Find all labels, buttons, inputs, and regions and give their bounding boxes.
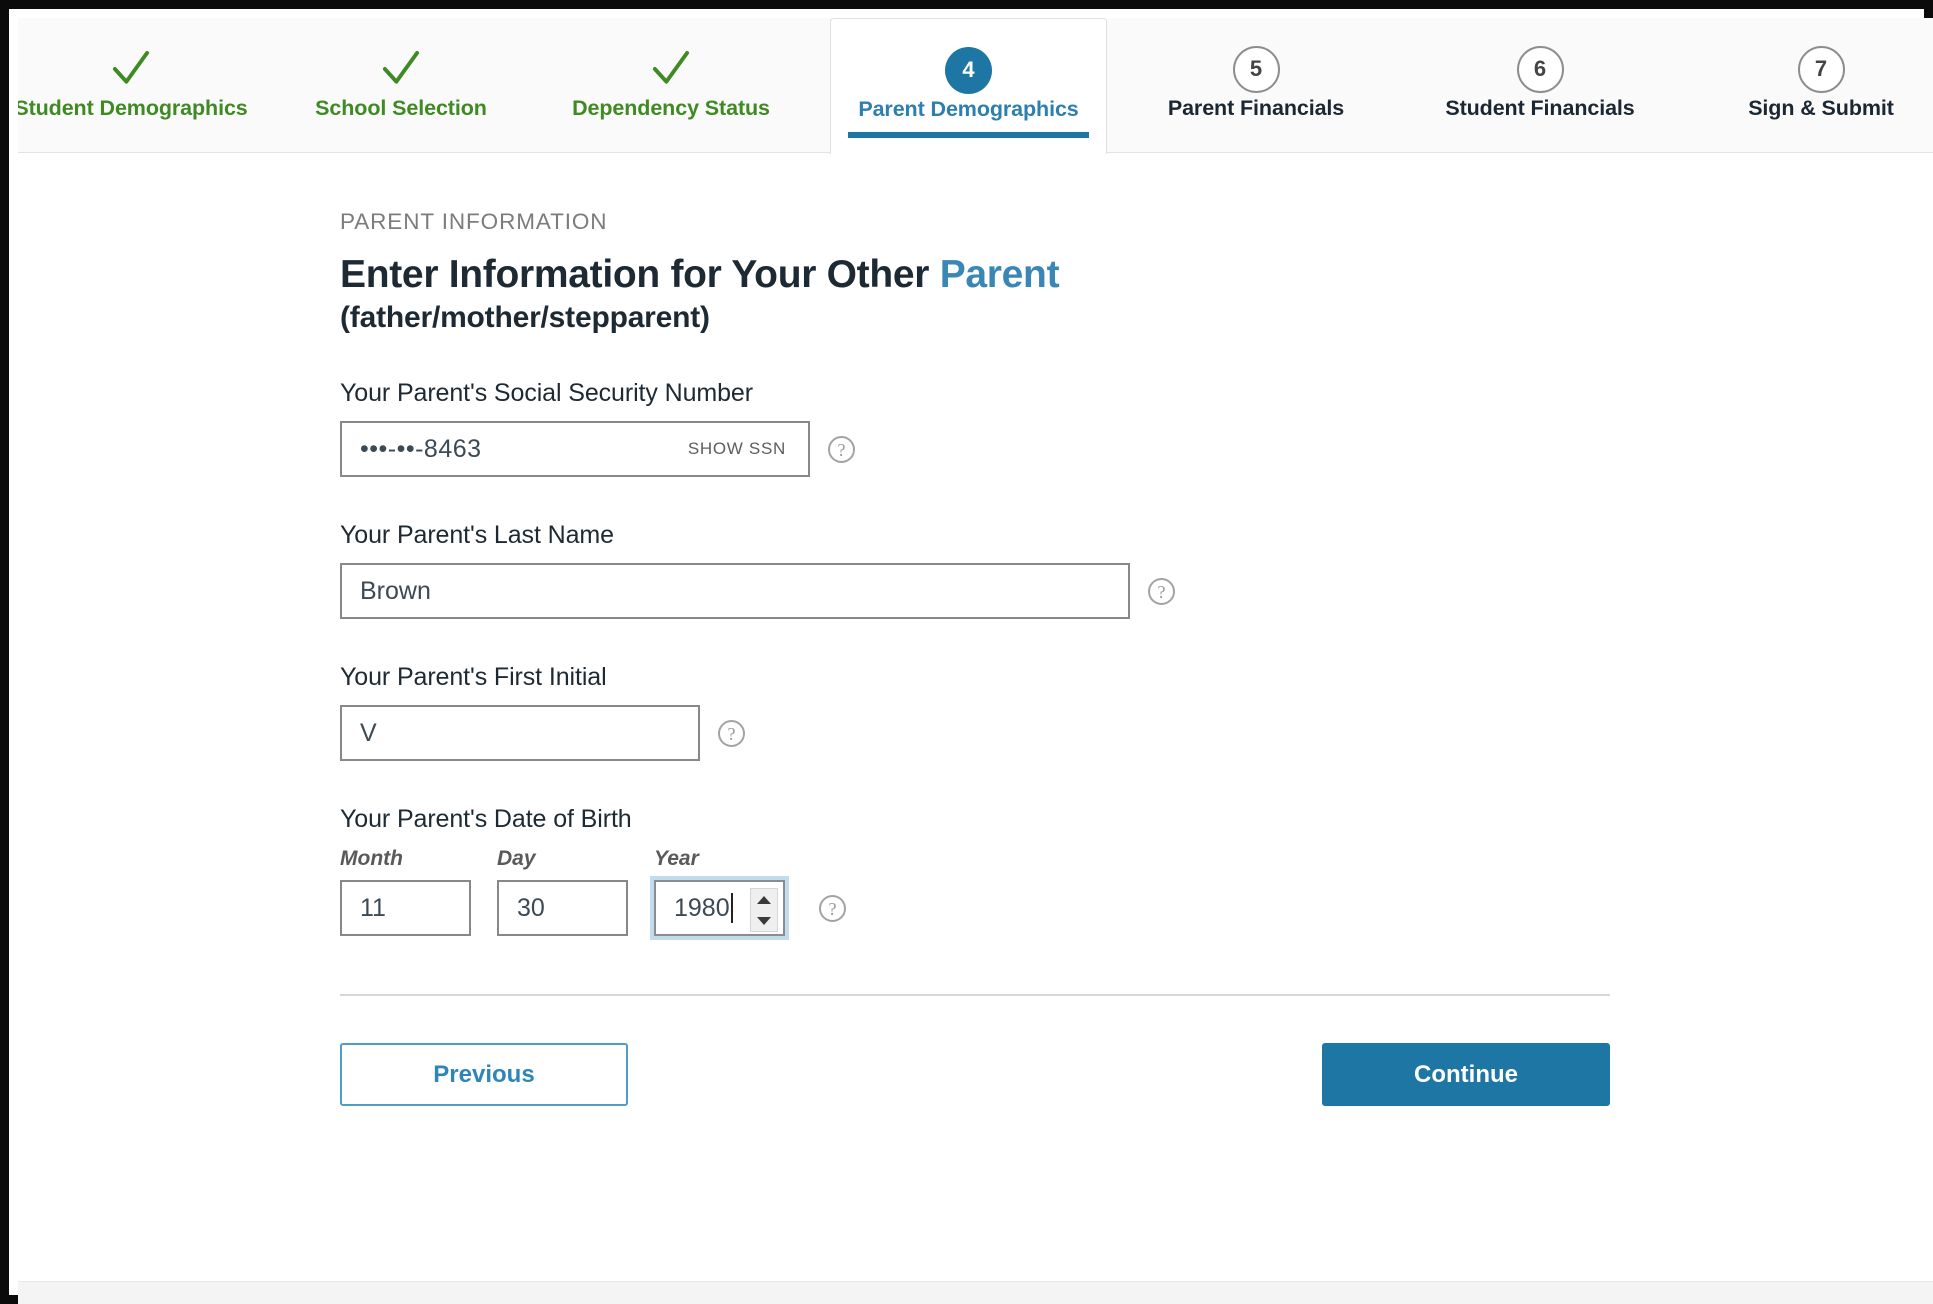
step-label: Parent Demographics [858,97,1079,121]
step-school-selection[interactable]: School Selection [266,18,536,152]
first-initial-input-row: V ? [340,705,1933,762]
screenshot-frame: Student Demographics School Selection De… [0,0,1933,1304]
ssn-input-row: •••-••-8463 SHOW SSN ? [340,421,1933,478]
continue-button[interactable]: Continue [1322,1043,1610,1107]
page-title: Enter Information for Your Other Parent [340,252,1933,298]
form-content: PARENT INFORMATION Enter Information for… [18,153,1933,1166]
dob-sublabels: Month Day Year [340,847,1933,871]
step-marker: 5 [1121,40,1391,98]
check-icon [112,50,150,84]
dob-input-row: 11 30 1980 ? [340,880,1933,937]
dob-year-value: 1980 [674,893,730,922]
step-parent-demographics[interactable]: 4 Parent Demographics [830,18,1107,154]
step-label: Parent Financials [1167,96,1345,120]
section-divider [340,994,1610,997]
previous-button[interactable]: Previous [340,1043,628,1107]
step-label: Sign & Submit [1748,96,1894,120]
dob-year-col: 1980 [654,880,785,937]
dob-month-label: Month [340,847,403,871]
help-icon[interactable]: ? [828,435,855,463]
ssn-input[interactable]: •••-••-8463 SHOW SSN [340,421,810,478]
progress-step-bar: Student Demographics School Selection De… [18,18,1933,154]
spinner-up-icon[interactable] [757,895,771,904]
form-actions: Previous Continue [340,1043,1610,1166]
text-cursor [730,893,733,924]
field-last-name: Your Parent's Last Name Brown ? [340,521,1933,620]
spinner-down-icon[interactable] [757,916,771,925]
step-sign-and-submit[interactable]: 7 Sign & Submit [1686,18,1933,152]
step-marker: 4 [831,41,1106,99]
dob-day-label: Day [497,847,536,871]
step-marker: 6 [1405,40,1675,98]
page-title-accent: Parent [939,253,1060,296]
ssn-label: Your Parent's Social Security Number [340,379,753,408]
dob-month-col: 11 [340,880,471,937]
step-marker: 7 [1686,40,1933,98]
step-label: School Selection [315,96,487,120]
step-marker [18,40,266,98]
step-label: Student Financials [1445,96,1635,120]
section-eyebrow: PARENT INFORMATION [340,209,608,234]
last-name-label: Your Parent's Last Name [340,521,614,550]
field-first-initial: Your Parent's First Initial V ? [340,663,1933,762]
field-date-of-birth: Your Parent's Date of Birth Month Day Ye… [340,805,1933,937]
check-icon [652,50,690,84]
first-initial-input[interactable]: V [340,705,700,762]
help-icon[interactable]: ? [819,894,846,922]
help-icon[interactable]: ? [1148,577,1175,605]
last-name-input[interactable]: Brown [340,563,1130,620]
dob-label: Your Parent's Date of Birth [340,805,632,834]
last-name-input-row: Brown ? [340,563,1933,620]
check-icon [382,50,420,84]
step-marker [536,40,806,98]
step-student-financials[interactable]: 6 Student Financials [1405,18,1675,152]
number-spinner[interactable] [750,888,778,933]
step-number-badge: 7 [1797,45,1845,93]
dob-month-input[interactable]: 11 [340,880,471,937]
application-page: Student Demographics School Selection De… [18,18,1933,1304]
step-number-badge: 5 [1232,45,1280,93]
help-icon[interactable]: ? [718,719,745,747]
page-title-main: Enter Information for Your Other [340,253,940,296]
dob-year-label: Year [654,847,699,871]
show-ssn-toggle[interactable]: SHOW SSN [688,439,790,459]
step-label: Dependency Status [572,96,770,120]
step-marker [266,40,536,98]
step-number-badge: 4 [945,46,992,94]
step-student-demographics[interactable]: Student Demographics [18,18,266,152]
dob-day-col: 30 [497,880,628,937]
step-number-badge: 6 [1516,45,1564,93]
active-step-underline [848,132,1089,138]
field-ssn: Your Parent's Social Security Number •••… [340,379,1933,478]
page-footer-strip [18,1281,1933,1304]
ssn-value: •••-••-8463 [360,434,482,463]
dob-day-input[interactable]: 30 [497,880,628,937]
step-dependency-status[interactable]: Dependency Status [536,18,806,152]
step-parent-financials[interactable]: 5 Parent Financials [1121,18,1391,152]
page-subtitle: (father/mother/stepparent) [340,301,710,335]
step-label: Student Demographics [18,96,248,120]
first-initial-label: Your Parent's First Initial [340,663,607,692]
dob-year-input[interactable]: 1980 [654,880,785,937]
